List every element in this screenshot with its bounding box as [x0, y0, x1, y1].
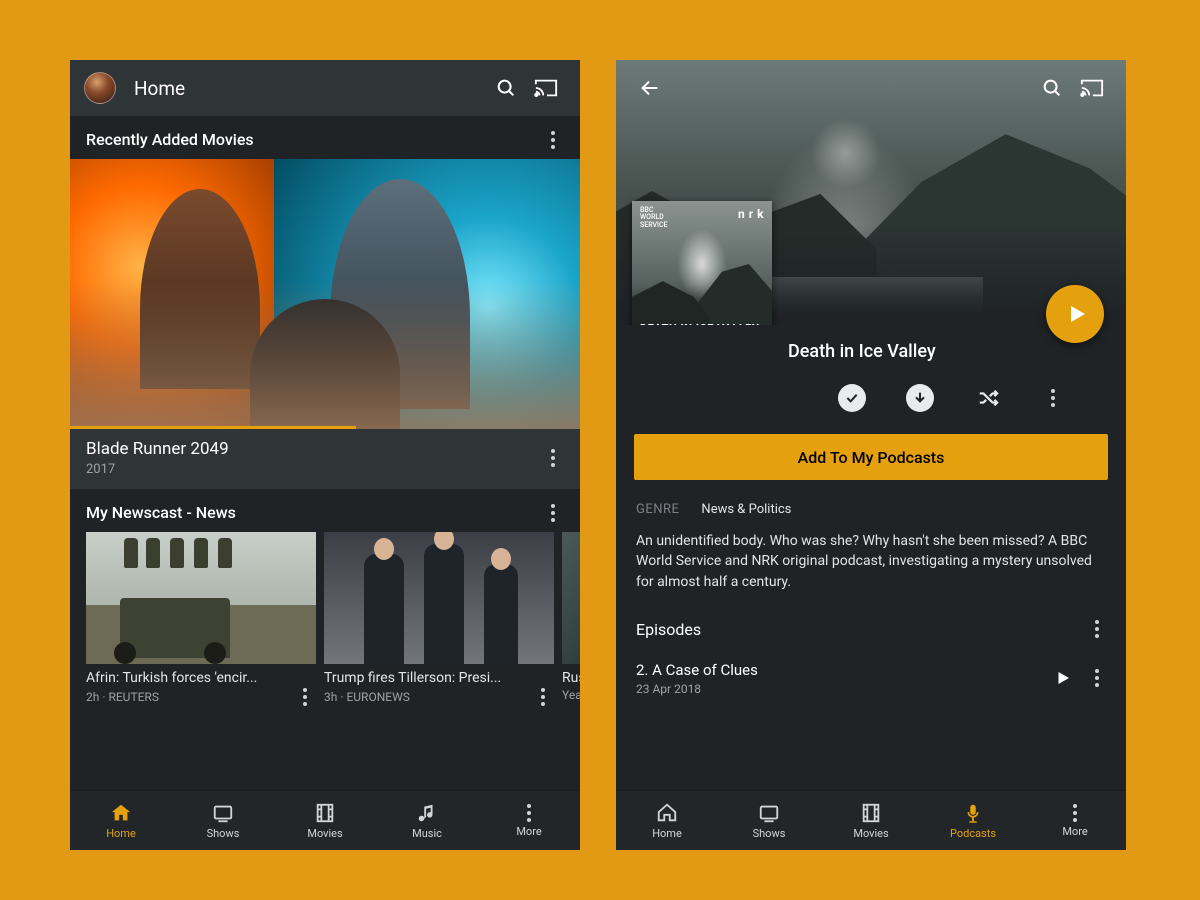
news-thumb: [86, 532, 316, 664]
more-icon: [1064, 804, 1086, 822]
film-icon: [860, 802, 882, 824]
more-icon: [518, 804, 540, 822]
nav-movies[interactable]: Movies: [820, 791, 922, 850]
episodes-header: Episodes: [616, 592, 1126, 651]
more-icon[interactable]: [542, 504, 564, 522]
news-row[interactable]: Afrin: Turkish forces 'encir... 2h · REU…: [70, 532, 580, 706]
episode-row[interactable]: 2. A Case of Clues 23 Apr 2018: [616, 651, 1126, 706]
news-header: My Newscast - News: [70, 489, 580, 532]
music-icon: [416, 802, 438, 824]
bottom-nav: Home Shows Movies Music More: [70, 790, 580, 850]
podcast-cover[interactable]: BBC WORLD SERVICE n r k DEATH IN ICE VAL…: [632, 201, 772, 325]
podcast-actions: [616, 362, 1126, 430]
topbar: [616, 60, 1126, 116]
more-icon[interactable]: [542, 449, 564, 467]
podcast-hero: BBC WORLD SERVICE n r k DEATH IN ICE VAL…: [616, 60, 1126, 325]
news-thumb: [324, 532, 554, 664]
back-icon[interactable]: [630, 68, 670, 108]
nav-more[interactable]: More: [478, 791, 580, 850]
page-title: Home: [134, 77, 486, 100]
tv-icon: [758, 802, 780, 824]
shuffle-icon[interactable]: [974, 384, 1002, 412]
recent-caption[interactable]: Blade Runner 2049 2017: [70, 429, 580, 489]
podcast-title: Death in Ice Valley: [788, 341, 936, 362]
play-icon[interactable]: [1054, 669, 1072, 687]
progress-bar: [70, 426, 356, 429]
home-icon: [110, 802, 132, 824]
tv-icon: [212, 802, 234, 824]
search-icon[interactable]: [1032, 68, 1072, 108]
bottom-nav: Home Shows Movies Podcasts More: [616, 790, 1126, 850]
mark-watched-icon[interactable]: [838, 384, 866, 412]
recent-hero[interactable]: [70, 159, 580, 429]
recent-header: Recently Added Movies: [70, 116, 580, 159]
avatar[interactable]: [84, 72, 116, 104]
topbar: Home: [70, 60, 580, 116]
add-to-podcasts-button[interactable]: Add To My Podcasts: [634, 434, 1108, 480]
cast-icon[interactable]: [1072, 68, 1112, 108]
more-icon[interactable]: [1086, 669, 1108, 687]
phone-podcast: BBC WORLD SERVICE n r k DEATH IN ICE VAL…: [616, 60, 1126, 850]
more-icon[interactable]: [532, 688, 554, 706]
nav-shows[interactable]: Shows: [172, 791, 274, 850]
more-icon[interactable]: [542, 131, 564, 149]
news-item[interactable]: Afrin: Turkish forces 'encir... 2h · REU…: [86, 532, 316, 706]
more-icon[interactable]: [1086, 620, 1108, 638]
news-item[interactable]: Russia Year: [562, 532, 580, 706]
film-icon: [314, 802, 336, 824]
news-thumb: [562, 532, 580, 664]
movie-title: Blade Runner 2049: [86, 439, 542, 459]
mic-icon: [962, 802, 984, 824]
search-icon[interactable]: [486, 68, 526, 108]
nav-more[interactable]: More: [1024, 791, 1126, 850]
home-icon: [656, 802, 678, 824]
nav-home[interactable]: Home: [70, 791, 172, 850]
play-fab[interactable]: [1046, 285, 1104, 343]
movie-year: 2017: [86, 462, 542, 477]
play-icon: [1065, 302, 1089, 326]
download-icon[interactable]: [906, 384, 934, 412]
genre-row: GENRE News & Politics: [616, 480, 1126, 525]
cast-icon[interactable]: [526, 68, 566, 108]
phone-home: Home Recently Added Movies Blade Runner …: [70, 60, 580, 850]
podcast-description: An unidentified body. Who was she? Why h…: [616, 525, 1126, 592]
news-item[interactable]: Trump fires Tillerson: Presi... 3h · EUR…: [324, 532, 554, 706]
nav-podcasts[interactable]: Podcasts: [922, 791, 1024, 850]
nav-music[interactable]: Music: [376, 791, 478, 850]
more-icon[interactable]: [294, 688, 316, 706]
nav-home[interactable]: Home: [616, 791, 718, 850]
nav-shows[interactable]: Shows: [718, 791, 820, 850]
nav-movies[interactable]: Movies: [274, 791, 376, 850]
more-icon[interactable]: [1042, 389, 1064, 407]
